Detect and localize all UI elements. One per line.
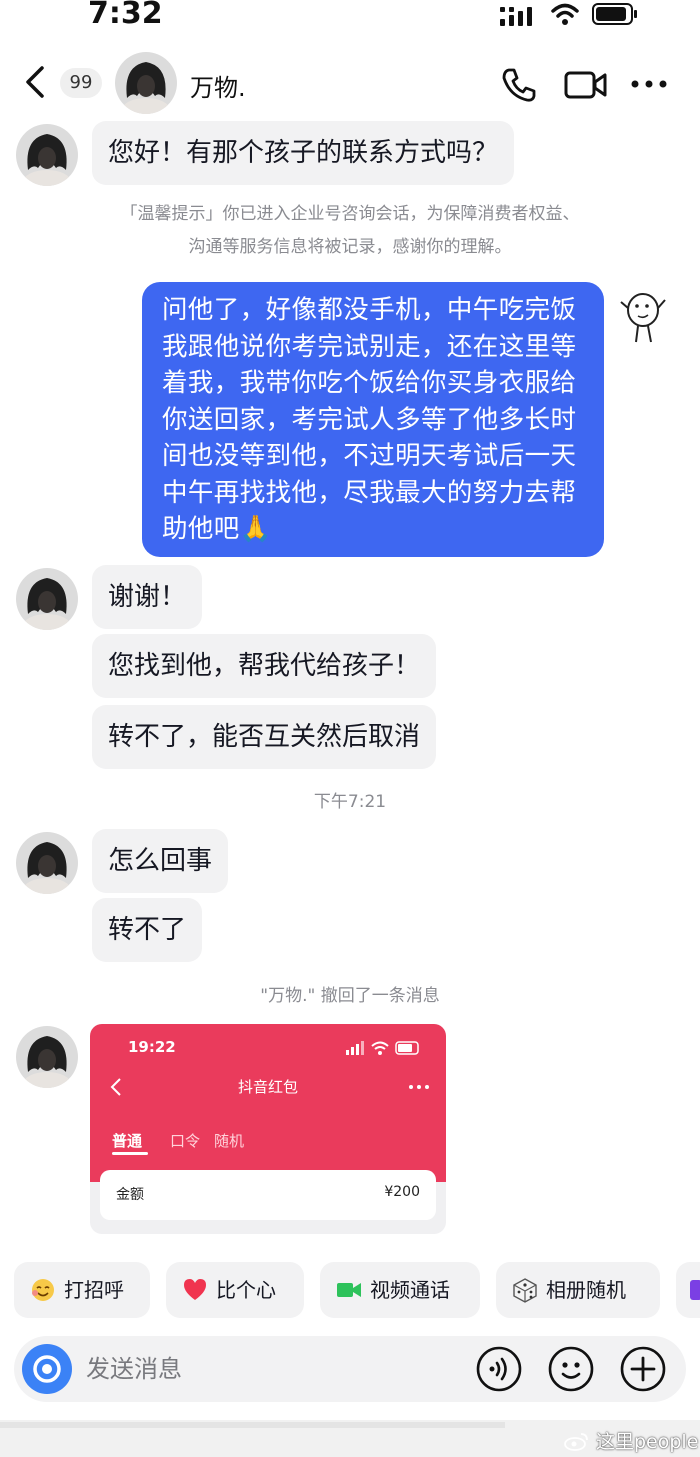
chip-label: 比个心: [216, 1278, 276, 1302]
status-bar: 7:32: [0, 0, 700, 36]
weibo-icon: [564, 1433, 588, 1451]
contact-avatar[interactable]: [115, 52, 177, 114]
incoming-message-bubble[interactable]: 转不了: [92, 898, 203, 962]
doodle-sticker-icon: [620, 293, 666, 343]
quick-action-more[interactable]: [676, 1262, 700, 1318]
sender-avatar[interactable]: [16, 832, 78, 894]
chip-label: 相册随机: [546, 1278, 626, 1302]
quick-action-greet[interactable]: 打招呼: [14, 1262, 150, 1318]
card-tab-random: 随机: [214, 1132, 245, 1150]
system-tip-line: 「温馨提示」你已进入企业号咨询会话，为保障消费者权益、: [120, 204, 580, 224]
plus-icon[interactable]: [620, 1346, 666, 1392]
card-more-icon: [409, 1085, 429, 1089]
video-camera-icon: [337, 1283, 361, 1297]
quick-actions-bar: 打招呼 比个心 视频通话 相册随机: [0, 1262, 700, 1320]
signal-icon: [500, 7, 532, 26]
card-amount-row: 金额 ¥200: [100, 1170, 436, 1220]
card-amount-value: ¥200: [384, 1184, 420, 1200]
video-call-icon[interactable]: [564, 68, 608, 102]
sender-avatar[interactable]: [16, 568, 78, 630]
quick-action-album[interactable]: 相册随机: [496, 1262, 660, 1318]
outgoing-message-bubble[interactable]: 问他了，好像都没手机，中午吃完饭我跟他说你考完试别走，还在这里等着我，我带你吃个…: [142, 282, 604, 557]
message-input[interactable]: [86, 1336, 466, 1402]
quick-action-video[interactable]: 视频通话: [320, 1262, 480, 1318]
card-status-icons: [346, 1041, 419, 1055]
message-input-bar: [14, 1336, 686, 1402]
sender-avatar[interactable]: [16, 1026, 78, 1088]
incoming-message-bubble[interactable]: 您找到他，帮我代给孩子！: [92, 634, 437, 698]
heart-icon: [184, 1279, 206, 1300]
message-timestamp: 下午7:21: [313, 792, 387, 812]
incoming-message-bubble[interactable]: 转不了，能否互关然后取消: [92, 705, 437, 769]
quick-action-heart[interactable]: 比个心: [166, 1262, 304, 1318]
voice-message-icon[interactable]: [476, 1346, 522, 1392]
card-amount-label: 金额: [116, 1187, 144, 1203]
dice-icon: [513, 1278, 537, 1303]
home-indicator: [0, 1422, 505, 1428]
card-tab-password: 口令: [170, 1132, 201, 1150]
watermark-text: 这里people: [596, 1431, 699, 1453]
incoming-message-bubble[interactable]: 您好！有那个孩子的联系方式吗？: [92, 121, 515, 185]
unread-count-badge[interactable]: 99: [60, 68, 102, 98]
chip-label: 打招呼: [64, 1278, 124, 1302]
phone-call-icon[interactable]: [500, 66, 538, 104]
status-time: 7:32: [88, 0, 163, 31]
battery-icon: [592, 3, 637, 25]
recall-notice: "万物." 撤回了一条消息: [260, 986, 440, 1006]
card-tab-normal: 普通: [112, 1132, 143, 1150]
wave-face-icon: [32, 1279, 54, 1301]
wifi-icon: [551, 3, 579, 25]
card-title: 抖音红包: [237, 1078, 298, 1096]
incoming-message-bubble[interactable]: 怎么回事: [92, 829, 229, 893]
emoji-icon[interactable]: [548, 1346, 594, 1392]
sender-avatar[interactable]: [16, 124, 78, 186]
card-status-time: 19:22: [128, 1038, 176, 1056]
more-chip-icon: [690, 1280, 700, 1300]
chip-label: 视频通话: [370, 1278, 450, 1302]
red-packet-screenshot[interactable]: 19:22 抖音红包 普通 口令 随机 金额 ¥200: [90, 1024, 446, 1234]
chat-header: 99 万物.: [0, 48, 700, 120]
incoming-message-bubble[interactable]: 谢谢！: [92, 565, 203, 629]
card-tab-underline: [112, 1152, 148, 1155]
camera-icon[interactable]: [22, 1344, 72, 1394]
more-options-icon[interactable]: [630, 78, 668, 90]
system-tip-line: 沟通等服务信息将被记录，感谢你的理解。: [188, 237, 512, 257]
contact-name[interactable]: 万物.: [190, 68, 246, 103]
back-arrow-icon[interactable]: [22, 64, 50, 100]
